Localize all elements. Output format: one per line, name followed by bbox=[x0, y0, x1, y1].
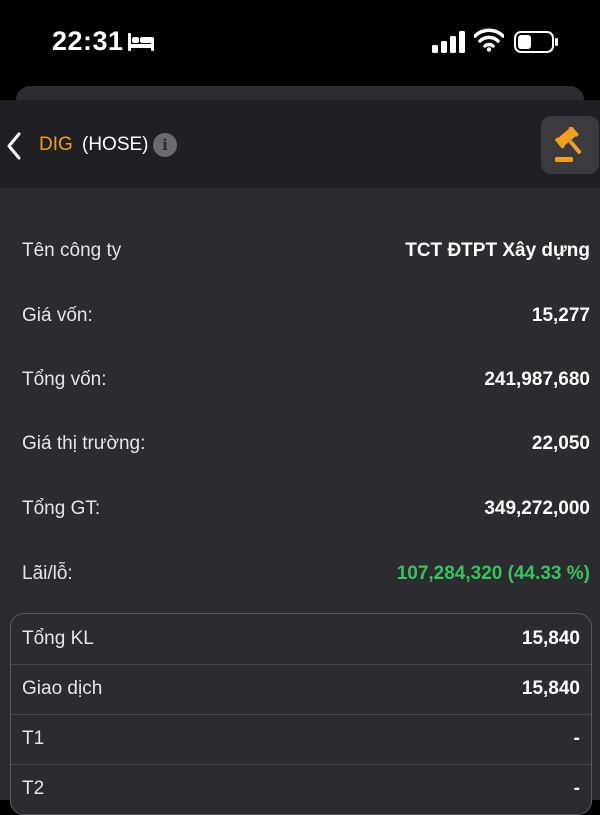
total-value-value: 349,272,000 bbox=[484, 498, 590, 519]
order-button[interactable] bbox=[541, 116, 599, 174]
wifi-icon bbox=[474, 28, 504, 52]
detail-row-cost-price: Giá vốn: 15,277 bbox=[22, 305, 590, 335]
detail-row-profit-loss: Lãi/lỗ: 107,284,320 (44.33 %) bbox=[22, 563, 590, 593]
company-value: TCT ĐTPT Xây dựng bbox=[405, 240, 590, 261]
card-row-t2: T2 - bbox=[11, 764, 591, 814]
card-row-total-volume: Tổng KL 15,840 bbox=[11, 614, 591, 665]
profit-loss-label: Lãi/lỗ: bbox=[22, 563, 73, 584]
detail-row-company: Tên công ty TCT ĐTPT Xây dựng bbox=[22, 240, 590, 270]
signal-icon bbox=[432, 31, 465, 53]
status-time: 22:31 bbox=[52, 26, 124, 56]
bed-icon bbox=[128, 33, 154, 51]
t2-value: - bbox=[573, 778, 580, 799]
total-value-label: Tổng GT: bbox=[22, 498, 101, 519]
detail-row-total-cost: Tổng vốn: 241,987,680 bbox=[22, 369, 590, 399]
detail-row-market-price: Giá thị trường: 22,050 bbox=[22, 433, 590, 463]
gavel-icon bbox=[554, 127, 582, 162]
market-price-value: 22,050 bbox=[531, 433, 590, 454]
tradable-value: 15,840 bbox=[521, 678, 580, 699]
total-cost-label: Tổng vốn: bbox=[22, 369, 107, 390]
t1-value: - bbox=[573, 728, 580, 749]
t2-label: T2 bbox=[22, 778, 45, 799]
stock-symbol: DIG bbox=[39, 134, 73, 155]
stock-exchange: (HOSE) bbox=[82, 134, 149, 155]
card-row-t1: T1 - bbox=[11, 714, 591, 765]
total-volume-value: 15,840 bbox=[521, 628, 580, 649]
cost-price-value: 15,277 bbox=[531, 305, 590, 326]
tradable-label: Giao dịch bbox=[22, 678, 103, 699]
battery-icon bbox=[514, 31, 558, 53]
total-cost-value: 241,987,680 bbox=[484, 369, 590, 390]
profit-loss-value: 107,284,320 (44.33 %) bbox=[396, 563, 590, 584]
cost-price-label: Giá vốn: bbox=[22, 305, 93, 326]
t1-label: T1 bbox=[22, 728, 45, 749]
card-row-tradable: Giao dịch 15,840 bbox=[11, 664, 591, 715]
back-icon[interactable] bbox=[4, 131, 24, 161]
detail-row-total-value: Tổng GT: 349,272,000 bbox=[22, 498, 590, 528]
volume-card: Tổng KL 15,840 Giao dịch 15,840 T1 - T2 … bbox=[10, 613, 592, 815]
total-volume-label: Tổng KL bbox=[22, 628, 94, 649]
info-icon[interactable]: i bbox=[153, 133, 177, 157]
company-label: Tên công ty bbox=[22, 240, 122, 261]
market-price-label: Giá thị trường: bbox=[22, 433, 146, 454]
